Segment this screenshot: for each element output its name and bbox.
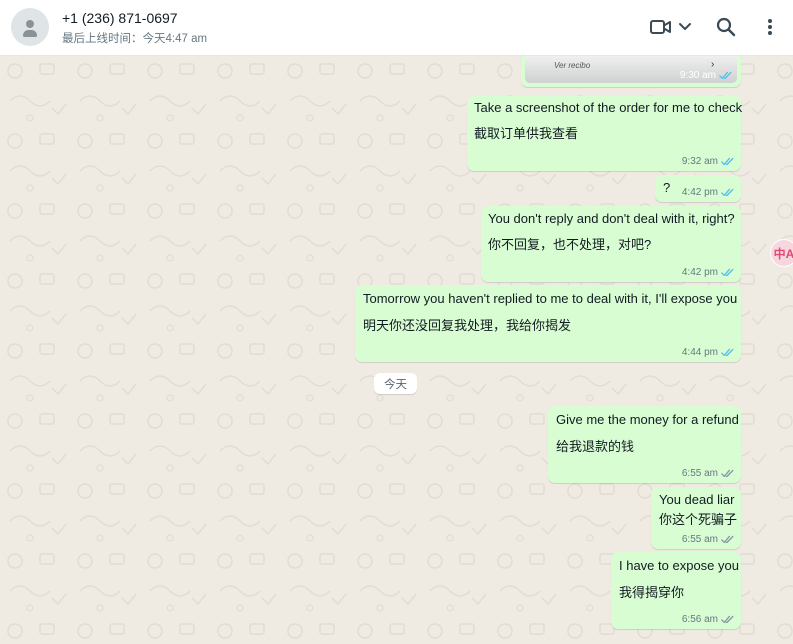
read-receipt-icon — [721, 157, 734, 166]
read-receipt-icon — [721, 188, 734, 197]
message-time: 4:42 pm — [681, 267, 718, 278]
chevron-down-icon — [679, 23, 691, 30]
read-receipt-icon — [719, 71, 732, 80]
delivered-receipt-icon — [721, 615, 734, 624]
search-button[interactable] — [712, 14, 740, 40]
chevron-right-icon: › — [711, 59, 715, 70]
message-translation: 截取订单供我查看 — [474, 126, 579, 141]
more-vertical-icon — [768, 19, 772, 35]
message-time: 6:56 am — [681, 614, 718, 625]
receipt-caption: Ver recibo — [554, 61, 591, 70]
message-meta: 9:32 am — [682, 156, 735, 167]
read-receipt-icon — [721, 348, 734, 357]
outgoing-message[interactable]: Take a screenshot of the order for me to… — [467, 96, 743, 171]
message-meta: 4:42 pm — [682, 187, 735, 198]
delivered-receipt-icon — [721, 535, 734, 544]
video-call-button[interactable] — [648, 14, 694, 40]
read-receipt-icon — [721, 268, 734, 277]
message-meta: 4:44 pm — [682, 347, 735, 358]
message-translation: 明天你还没回复我处理，我给你揭发 — [363, 318, 572, 333]
message-meta: 6:55 am — [682, 534, 735, 545]
chat-header: +1 (236) 871-0697 最后上线时间：今天4:47 am — [0, 0, 793, 56]
message-text: Give me the money for a refund — [556, 412, 739, 427]
avatar-icon[interactable] — [11, 8, 49, 46]
message-meta: 9:30 am — [680, 70, 733, 81]
menu-button[interactable] — [758, 14, 782, 40]
message-text: Tomorrow you haven't replied to me to de… — [363, 291, 738, 306]
message-text: ? — [663, 180, 671, 195]
message-time: 9:32 am — [681, 156, 718, 167]
last-seen-status: 最后上线时间：今天4:47 am — [62, 33, 208, 45]
message-meta: 4:42 pm — [682, 267, 735, 278]
outgoing-message[interactable]: Tomorrow you haven't replied to me to de… — [355, 285, 741, 362]
delivered-receipt-icon — [721, 469, 734, 478]
message-text: I have to expose you — [619, 558, 739, 573]
message-list[interactable]: Ver recibo › 9:30 am Take a screenshot o… — [0, 56, 793, 644]
message-time: 4:44 pm — [681, 347, 718, 358]
translate-button[interactable]: 中A — [770, 239, 793, 267]
image-message[interactable]: Ver recibo › 9:30 am — [521, 56, 741, 87]
message-translation: 我得揭穿你 — [619, 585, 685, 600]
message-text: Take a screenshot of the order for me to… — [474, 100, 743, 115]
outgoing-message[interactable]: ? 4:42 pm — [655, 175, 741, 202]
date-divider: 今天 — [374, 373, 417, 394]
message-time: 9:30 am — [679, 70, 716, 81]
message-time: 4:42 pm — [681, 187, 718, 198]
outgoing-message[interactable]: I have to expose you 我得揭穿你 6:56 am — [611, 552, 741, 629]
message-translation: 给我退款的钱 — [556, 439, 635, 454]
message-translation: 你这个死骗子 — [659, 512, 738, 527]
contact-name[interactable]: +1 (236) 871-0697 — [62, 10, 178, 26]
message-text: You don't reply and don't deal with it, … — [488, 211, 735, 226]
outgoing-message[interactable]: Give me the money for a refund 给我退款的钱 6:… — [548, 406, 741, 483]
message-time: 6:55 am — [681, 534, 718, 545]
message-time: 6:55 am — [681, 468, 718, 479]
message-text: You dead liar — [659, 492, 735, 507]
outgoing-message[interactable]: You dead liar 你这个死骗子 6:55 am — [651, 487, 741, 549]
search-icon — [716, 17, 736, 37]
video-call-icon — [650, 20, 671, 34]
outgoing-message[interactable]: You don't reply and don't deal with it, … — [481, 206, 741, 282]
message-translation: 你不回复，也不处理，对吧? — [488, 237, 652, 252]
message-meta: 6:56 am — [682, 614, 735, 625]
message-meta: 6:55 am — [682, 468, 735, 479]
